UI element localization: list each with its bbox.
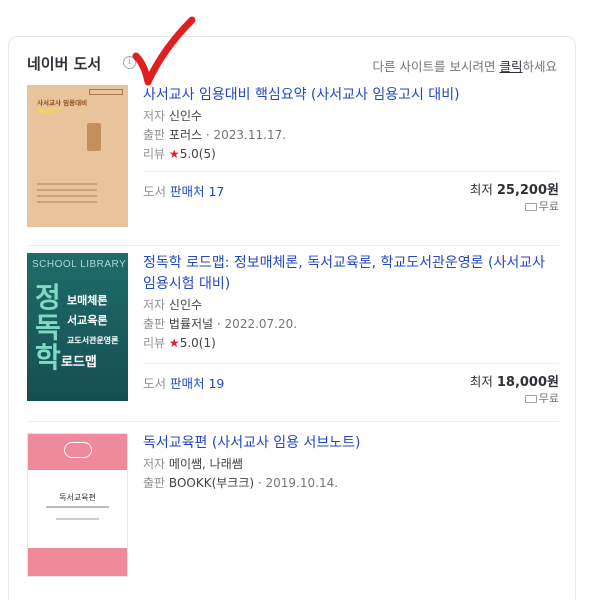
- shipping-text: 무료: [538, 200, 559, 213]
- truck-icon: [524, 395, 537, 403]
- book-info: 사서교사 임용대비 핵심요약 (사서교사 임용고시 대비) 저자 신인수 출판 …: [143, 85, 559, 163]
- review-count: (5): [198, 147, 216, 161]
- hint-link[interactable]: 클릭: [499, 59, 522, 74]
- review-count: (1): [198, 336, 216, 350]
- truck-icon: [524, 203, 537, 211]
- stores-link[interactable]: 판매처 19: [170, 376, 224, 391]
- book-title[interactable]: 사서교사 임용대비 핵심요약 (사서교사 임용고시 대비): [143, 85, 559, 106]
- book-publisher: 출판 법률저널 · 2022.07.20.: [143, 315, 559, 333]
- cover-subtitles: 보매체론 서교육론 교도서관운영론: [67, 291, 119, 351]
- price-value: 25,200원: [496, 183, 559, 198]
- cover-band: [28, 434, 127, 470]
- publisher-label: 출판: [143, 317, 166, 331]
- cover-line: 로드맵: [61, 355, 97, 370]
- cover-badge: [64, 442, 92, 458]
- author-name: 신인수: [168, 109, 203, 123]
- publisher-name: 법률저널: [168, 317, 214, 331]
- book-review: 리뷰 ★5.0(1): [143, 334, 559, 352]
- cover-illustration: [87, 123, 101, 151]
- author-label: 저자: [143, 298, 166, 312]
- book-publisher: 출판 BOOKK(부크크) · 2019.10.14.: [143, 474, 559, 492]
- publish-date: · 2022.07.20.: [216, 317, 298, 331]
- author-label: 저자: [143, 109, 166, 123]
- cover-line: 교도서관운영론: [67, 336, 119, 345]
- hint-suffix: 하세요: [522, 59, 557, 74]
- shipping: 무료: [524, 198, 559, 214]
- checkmark-icon: [132, 16, 196, 86]
- publisher-label: 출판: [143, 128, 166, 142]
- row-divider: [143, 363, 559, 364]
- review-label: 리뷰: [143, 336, 166, 350]
- book-search-card: 네이버 도서 i 다른 사이트를 보시려면 클릭하세요 사서교사 임용대비 핵심…: [8, 36, 576, 600]
- star-icon: ★: [168, 147, 180, 161]
- header-title: 네이버 도서: [27, 55, 102, 73]
- book-store-row: 도서 판매처 17 최저 25,200원 무료: [143, 171, 559, 214]
- publish-date: · 2019.10.14.: [257, 476, 339, 490]
- cover-line: [46, 506, 109, 508]
- book-info: 정독학 로드맵: 정보매체론, 독서교육론, 학교도서관운영론 (사서교사 임용…: [143, 253, 559, 352]
- book-item: SCHOOL LIBRARY 정독학 보매체론 서교육론 교도서관운영론 로드맵…: [27, 253, 559, 413]
- book-publisher: 출판 포러스 · 2023.11.17.: [143, 126, 559, 144]
- cover-title: 독서교육편: [59, 493, 96, 502]
- book-store-row: 도서 판매처 19 최저 18,000원 무료: [143, 363, 559, 406]
- card-header: 네이버 도서 i 다른 사이트를 보시려면 클릭하세요: [27, 51, 557, 75]
- rating: 5.0: [179, 336, 199, 350]
- book-title[interactable]: 정독학 로드맵: 정보매체론, 독서교육론, 학교도서관운영론 (사서교사 임용…: [143, 253, 559, 295]
- stores: 도서 판매처 17: [143, 181, 224, 200]
- stores: 도서 판매처 19: [143, 373, 224, 392]
- star-icon: ★: [168, 336, 180, 350]
- book-author: 저자 메이쌤, 나래쌤: [143, 455, 559, 473]
- item-divider: [27, 421, 559, 422]
- author-label: 저자: [143, 457, 166, 471]
- cover-series: SCHOOL LIBRARY: [32, 259, 127, 270]
- publish-date: · 2023.11.17.: [205, 128, 287, 142]
- book-item: 독서교육편 독서교육편 (사서교사 임용 서브노트) 저자 메이쌤, 나래쌤 출…: [27, 433, 559, 583]
- row-divider: [143, 171, 559, 172]
- cover-line: 핵심요약: [37, 107, 61, 115]
- shipping-text: 무료: [538, 392, 559, 405]
- book-info: 독서교육편 (사서교사 임용 서브노트) 저자 메이쌤, 나래쌤 출판 BOOK…: [143, 433, 559, 492]
- rating: 5.0: [179, 147, 199, 161]
- lowest-price: 최저 18,000원: [470, 371, 559, 390]
- cover-line: [56, 518, 99, 520]
- stores-link[interactable]: 판매처 17: [170, 184, 224, 199]
- cover-line: 서교육론: [67, 314, 108, 327]
- publisher-label: 출판: [143, 476, 166, 490]
- cover-line: 보매체론: [67, 294, 108, 307]
- book-cover[interactable]: 사서교사 임용대비 핵심요약: [27, 85, 128, 227]
- price-label: 최저: [469, 374, 493, 389]
- review-label: 리뷰: [143, 147, 166, 161]
- hint-prefix: 다른 사이트를 보시려면: [372, 59, 500, 74]
- book-review: 리뷰 ★5.0(5): [143, 145, 559, 163]
- book-item: 사서교사 임용대비 핵심요약 사서교사 임용대비 핵심요약 (사서교사 임용고시…: [27, 85, 559, 235]
- book-cover[interactable]: SCHOOL LIBRARY 정독학 보매체론 서교육론 교도서관운영론 로드맵: [27, 253, 128, 401]
- publisher-name: 포러스: [168, 128, 203, 142]
- price-label: 최저: [469, 182, 493, 197]
- author-name: 메이쌤, 나래쌤: [168, 457, 243, 471]
- cover-big-title: 정독학: [35, 281, 61, 374]
- price-value: 18,000원: [496, 375, 559, 390]
- cover-title: 사서교사 임용대비 핵심요약: [37, 99, 119, 123]
- book-cover[interactable]: 독서교육편: [27, 433, 128, 577]
- book-author: 저자 신인수: [143, 107, 559, 125]
- cover-lines: [37, 183, 97, 207]
- cover-tag: [89, 89, 123, 95]
- book-title[interactable]: 독서교육편 (사서교사 임용 서브노트): [143, 433, 559, 454]
- item-divider: [27, 245, 559, 246]
- book-author: 저자 신인수: [143, 296, 559, 314]
- publisher-name: BOOKK(부크크): [168, 476, 255, 490]
- other-sites-hint: 다른 사이트를 보시려면 클릭하세요: [373, 56, 557, 75]
- shipping: 무료: [524, 390, 559, 406]
- stores-label: 도서: [143, 376, 167, 391]
- cover-line: 사서교사 임용대비: [37, 99, 88, 107]
- stores-label: 도서: [143, 184, 167, 199]
- author-name: 신인수: [168, 298, 203, 312]
- cover-band: [28, 548, 127, 576]
- lowest-price: 최저 25,200원: [470, 179, 559, 198]
